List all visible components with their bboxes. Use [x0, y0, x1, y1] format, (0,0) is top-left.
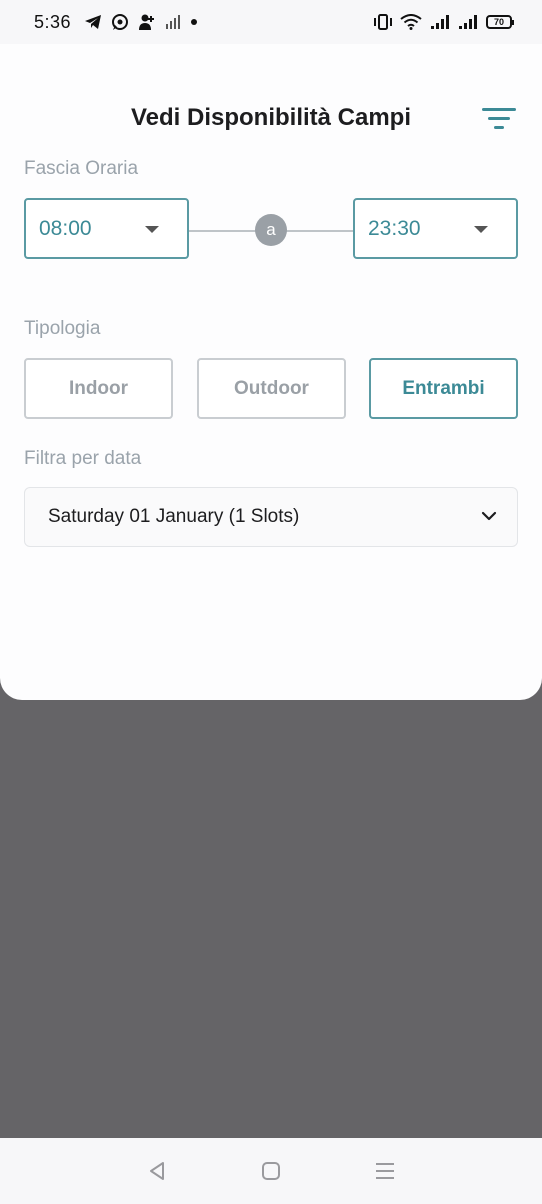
vibrate-icon — [374, 14, 392, 30]
page-title: Vedi Disponibilità Campi — [130, 104, 412, 131]
signal-icon — [430, 14, 450, 30]
caret-down-icon — [474, 226, 488, 233]
caret-down-icon — [145, 226, 159, 233]
back-icon — [150, 1162, 164, 1180]
status-right: 70 — [374, 14, 514, 30]
home-button[interactable] — [251, 1151, 291, 1191]
signal-off-icon — [165, 14, 181, 30]
status-time: 5:36 — [34, 11, 72, 32]
recents-icon — [376, 1163, 394, 1179]
time-range-label: Fascia Oraria — [24, 158, 139, 179]
sheet-header: Vedi Disponibilità Campi — [0, 100, 542, 140]
filter-icon — [482, 108, 516, 129]
type-label: Tipologia — [24, 318, 101, 339]
start-time-select[interactable]: 08:00 — [24, 198, 189, 259]
end-time-value: 23:30 — [368, 216, 421, 240]
telegram-icon — [84, 14, 102, 30]
recents-button[interactable] — [365, 1151, 405, 1191]
filter-sheet: Vedi Disponibilità Campi Fascia Oraria 0… — [0, 44, 542, 700]
system-nav-bar — [0, 1138, 542, 1204]
start-time-value: 08:00 — [39, 216, 92, 240]
battery-icon: 70 — [486, 15, 514, 29]
type-both-button[interactable]: Entrambi — [369, 358, 518, 419]
date-filter-label: Filtra per data — [24, 448, 142, 469]
end-time-select[interactable]: 23:30 — [353, 198, 518, 259]
dot-icon — [190, 18, 198, 26]
date-select[interactable]: Saturday 01 January (1 Slots) — [24, 487, 518, 547]
status-bar: 5:36 70 — [0, 0, 542, 44]
filter-button[interactable] — [480, 104, 518, 134]
signal-icon — [458, 14, 478, 30]
home-icon — [262, 1162, 280, 1180]
status-left: 5:36 — [34, 12, 198, 33]
date-select-value: Saturday 01 January (1 Slots) — [48, 506, 300, 527]
chevron-down-icon — [481, 511, 497, 521]
type-indoor-button[interactable]: Indoor — [24, 358, 173, 419]
type-outdoor-button[interactable]: Outdoor — [197, 358, 346, 419]
person-add-icon — [138, 13, 156, 31]
back-button[interactable] — [137, 1151, 177, 1191]
range-connector-badge: a — [255, 214, 287, 246]
wifi-icon — [400, 14, 422, 30]
whatsapp-icon — [111, 13, 129, 31]
